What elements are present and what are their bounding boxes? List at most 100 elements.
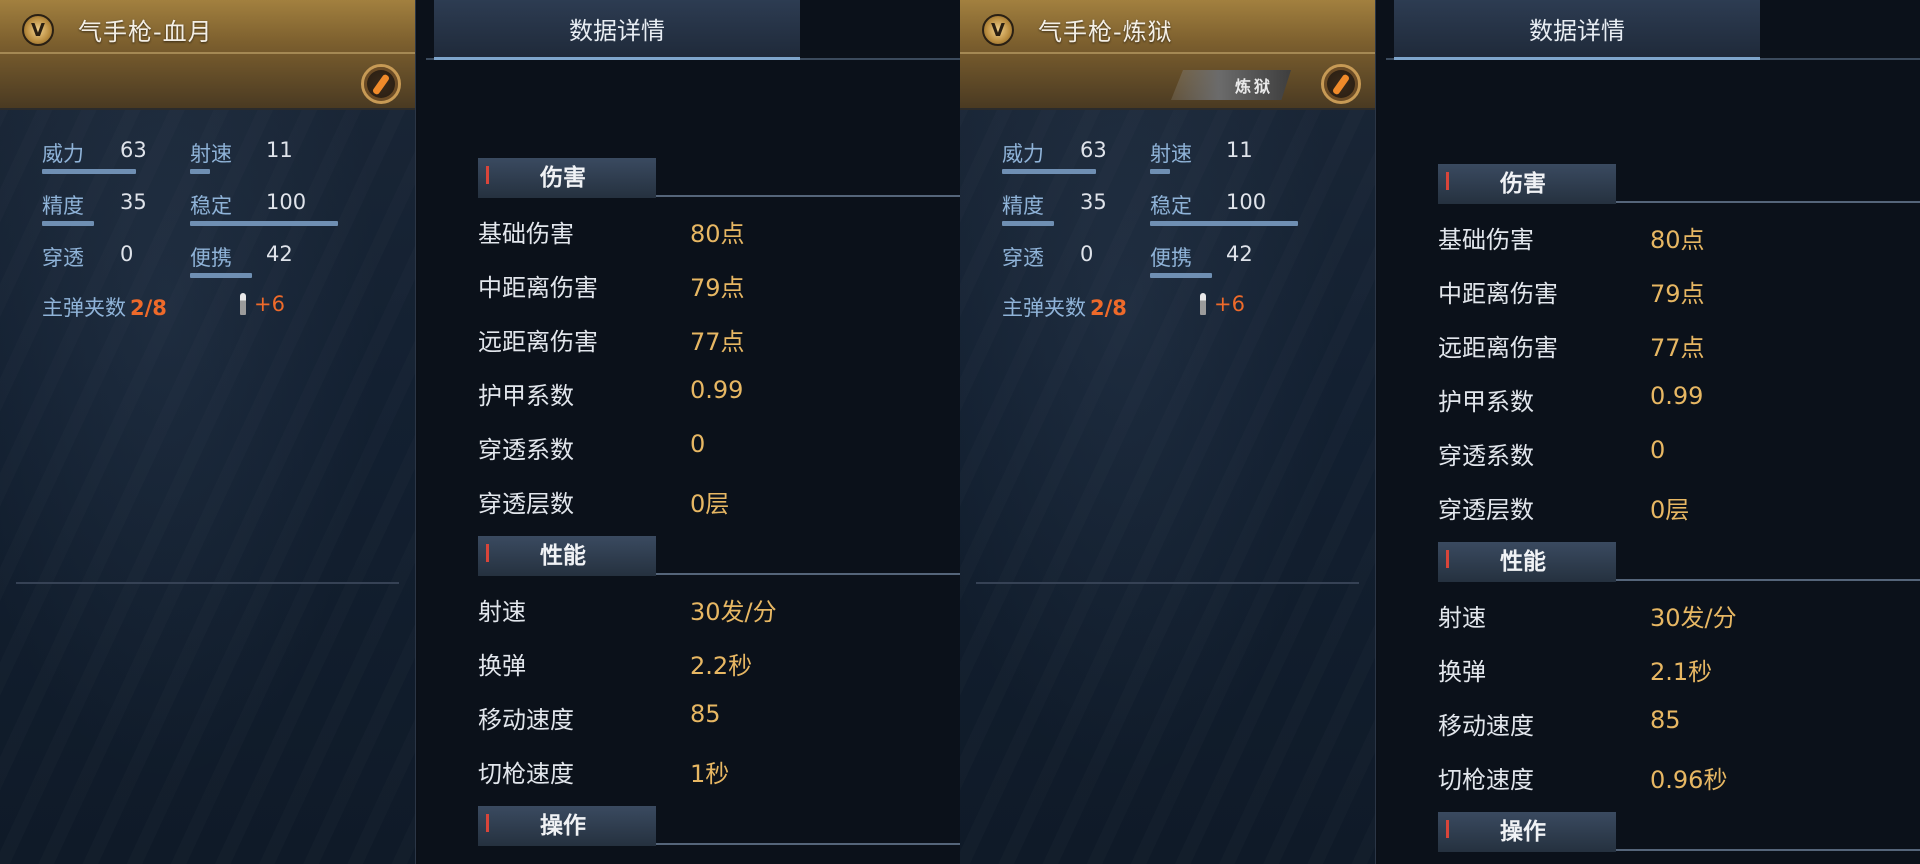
detail-label: 穿透系数 — [1438, 442, 1534, 470]
stat-bar — [1150, 221, 1298, 226]
stat-label: 射速 — [1150, 142, 1192, 166]
stat-portability: 便携 42 — [190, 242, 293, 278]
tab-strip: 数据详情 — [1386, 0, 1920, 60]
detail-value: 79点 — [690, 274, 745, 302]
magazine-label: 主弹夹数 — [1002, 296, 1086, 320]
tier-wing-badge-icon: 炼狱 — [1171, 70, 1291, 100]
detail-value: 30发/分 — [690, 598, 777, 626]
tab-data-details[interactable]: 数据详情 — [434, 0, 800, 60]
stat-power: 威力 63 — [42, 138, 147, 174]
magazine-count: 2/8 — [130, 296, 167, 320]
detail-label: 移动速度 — [1438, 712, 1534, 740]
weapon-name: 气手枪-炼狱 — [1038, 18, 1173, 46]
detail-row: 远距离伤害 77点 — [478, 322, 938, 362]
weapon-compare-screen: V 气手枪-血月 威力 63 射速 11 精度 35 稳定 100 穿透 0 便… — [0, 0, 1920, 864]
detail-value: 0.96秒 — [1650, 766, 1728, 794]
stat-value: 100 — [1226, 190, 1267, 214]
detail-value: 0.99 — [690, 376, 744, 404]
detail-label: 中距离伤害 — [478, 274, 598, 302]
detail-value: 0 — [1650, 436, 1666, 464]
section-header-damage: 伤害 — [478, 158, 960, 198]
stat-label: 便携 — [1150, 246, 1192, 270]
data-details-panel: 数据详情 伤害 基础伤害 80点 中距离伤害 79点 远距离伤害 77点 护甲系数 0.… — [1378, 0, 1920, 864]
weapon-card[interactable]: V 气手枪-血月 威力 63 射速 11 精度 35 稳定 100 穿透 0 便… — [0, 0, 416, 864]
stat-value: 0 — [1080, 242, 1094, 266]
stat-bar — [1002, 169, 1096, 174]
weapon-stats: 威力 63 射速 11 精度 35 稳定 100 穿透 0 便携 42 — [1002, 138, 1342, 294]
detail-row: 射速 30发/分 — [478, 592, 938, 632]
stat-accuracy: 精度 35 — [42, 190, 147, 226]
stat-fire-rate: 射速 11 — [190, 138, 293, 174]
stat-label: 射速 — [190, 142, 232, 166]
magazine-info: 主弹夹数 2/8 — [42, 292, 167, 322]
detail-value: 77点 — [1650, 334, 1705, 362]
bullet-icon — [240, 293, 246, 315]
magazine-label: 主弹夹数 — [42, 296, 126, 320]
tab-strip: 数据详情 — [426, 0, 960, 60]
stat-value: 63 — [1080, 138, 1107, 162]
stat-label: 精度 — [1002, 194, 1044, 218]
detail-value: 2.1秒 — [1650, 658, 1713, 686]
extra-ammo: +6 — [240, 292, 285, 316]
detail-value: 85 — [1650, 706, 1681, 734]
compare-panel-left: V 气手枪-血月 威力 63 射速 11 精度 35 稳定 100 穿透 0 便… — [0, 0, 960, 864]
detail-row: 切枪速度 1秒 — [478, 754, 938, 794]
detail-label: 远距离伤害 — [478, 328, 598, 356]
section-title: 伤害 — [1438, 164, 1616, 204]
detail-value: 1秒 — [690, 760, 730, 788]
extra-ammo-value: +6 — [254, 292, 285, 316]
stat-value: 35 — [1080, 190, 1107, 214]
detail-row: 穿透系数 0 — [1438, 436, 1898, 476]
stat-portability: 便携 42 — [1150, 242, 1253, 278]
detail-row: 切枪速度 0.96秒 — [1438, 760, 1898, 800]
stat-value: 63 — [120, 138, 147, 162]
detail-label: 护甲系数 — [1438, 388, 1534, 416]
section-title: 性能 — [478, 536, 656, 576]
detail-label: 基础伤害 — [1438, 226, 1534, 254]
detail-row: 护甲系数 0.99 — [478, 376, 938, 416]
stat-value: 11 — [1226, 138, 1253, 162]
weapon-card[interactable]: V 气手枪-炼狱 炼狱 威力 63 射速 11 精度 35 稳定 100 穿透 … — [960, 0, 1376, 864]
bullet-icon — [1200, 293, 1206, 315]
detail-value: 0层 — [690, 490, 730, 518]
section-header-performance: 性能 — [1438, 542, 1920, 582]
stat-value: 0 — [120, 242, 134, 266]
detail-label: 切枪速度 — [1438, 766, 1534, 794]
v-rank-badge-icon: V — [22, 14, 54, 46]
magazine-count: 2/8 — [1090, 296, 1127, 320]
detail-row: 护甲系数 0.99 — [1438, 382, 1898, 422]
stat-value: 100 — [266, 190, 307, 214]
detail-label: 射速 — [1438, 604, 1486, 632]
card-divider — [976, 582, 1359, 584]
section-title: 操作 — [478, 806, 656, 846]
stat-bar — [190, 169, 210, 174]
detail-row: 换弹 2.2秒 — [478, 646, 938, 686]
data-details-panel: 数据详情 伤害 基础伤害 80点 中距离伤害 79点 远距离伤害 77点 护甲系数 0.… — [418, 0, 960, 864]
stat-label: 威力 — [1002, 142, 1044, 166]
stat-value: 11 — [266, 138, 293, 162]
detail-value: 0.99 — [1650, 382, 1704, 410]
detail-value: 77点 — [690, 328, 745, 356]
extra-ammo-value: +6 — [1214, 292, 1245, 316]
v-rank-badge-icon: V — [982, 14, 1014, 46]
detail-label: 射速 — [478, 598, 526, 626]
stat-stability: 稳定 100 — [190, 190, 338, 226]
detail-row: 射速 30发/分 — [1438, 598, 1898, 638]
section-header-operation: 操作 — [1438, 812, 1920, 852]
detail-value: 80点 — [690, 220, 745, 248]
compare-panel-right: V 气手枪-炼狱 炼狱 威力 63 射速 11 精度 35 稳定 100 穿透 … — [960, 0, 1920, 864]
tab-data-details[interactable]: 数据详情 — [1394, 0, 1760, 60]
extra-ammo: +6 — [1200, 292, 1245, 316]
stat-bar — [190, 221, 338, 226]
pistol-type-icon — [1321, 64, 1361, 104]
stat-bar — [190, 273, 252, 278]
detail-value: 0层 — [1650, 496, 1690, 524]
section-title: 伤害 — [478, 158, 656, 198]
detail-row: 中距离伤害 79点 — [1438, 274, 1898, 314]
stat-label: 穿透 — [42, 246, 84, 270]
detail-label: 穿透层数 — [478, 490, 574, 518]
pistol-type-icon — [361, 64, 401, 104]
card-divider — [16, 582, 399, 584]
detail-row: 换弹 2.1秒 — [1438, 652, 1898, 692]
detail-label: 中距离伤害 — [1438, 280, 1558, 308]
